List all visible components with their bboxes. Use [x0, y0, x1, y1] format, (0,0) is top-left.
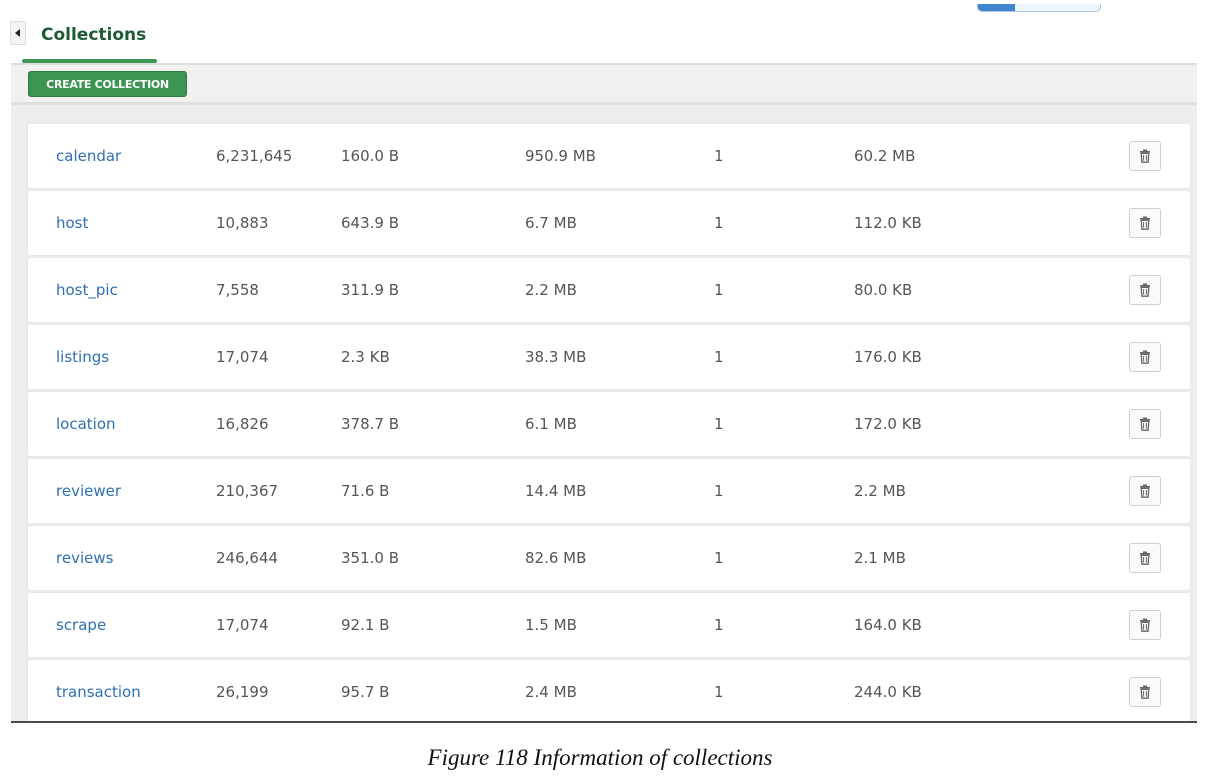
avg-document-size: 311.9 B: [341, 281, 400, 299]
total-document-size: 1.5 MB: [525, 616, 577, 634]
avg-document-size: 351.0 B: [341, 549, 400, 567]
trash-icon: [1139, 216, 1151, 230]
avg-document-size: 643.9 B: [341, 214, 400, 232]
total-document-size: 2.2 MB: [525, 281, 577, 299]
collapse-sidebar-button[interactable]: [10, 21, 26, 45]
table-row: host_pic 7,558 311.9 B 2.2 MB 1 80.0 KB: [28, 258, 1190, 322]
index-count: 1: [714, 348, 724, 366]
document-count: 10,883: [216, 214, 269, 232]
avg-document-size: 95.7 B: [341, 683, 390, 701]
document-count: 246,644: [216, 549, 279, 567]
avg-document-size: 160.0 B: [341, 147, 400, 165]
table-bottom-border: [11, 721, 1197, 723]
collection-name-link[interactable]: host: [56, 214, 88, 232]
document-count: 6,231,645: [216, 147, 293, 165]
figure-caption: Figure 118 Information of collections: [427, 745, 773, 770]
document-count: 16,826: [216, 415, 269, 433]
table-row: reviewer 210,367 71.6 B 14.4 MB 1 2.2 MB: [28, 459, 1190, 523]
total-document-size: 82.6 MB: [525, 549, 587, 567]
avg-document-size: 92.1 B: [341, 616, 390, 634]
trash-icon: [1139, 350, 1151, 364]
total-index-size: 244.0 KB: [854, 683, 922, 701]
delete-collection-button[interactable]: [1129, 141, 1161, 171]
collections-list: calendar 6,231,645 160.0 B 950.9 MB 1 60…: [28, 124, 1190, 727]
index-count: 1: [714, 549, 724, 567]
total-document-size: 38.3 MB: [525, 348, 587, 366]
create-collection-button[interactable]: CREATE COLLECTION: [28, 71, 187, 97]
delete-collection-button[interactable]: [1129, 409, 1161, 439]
total-document-size: 14.4 MB: [525, 482, 587, 500]
total-document-size: 6.7 MB: [525, 214, 577, 232]
table-row: location 16,826 378.7 B 6.1 MB 1 172.0 K…: [28, 392, 1190, 456]
trash-icon: [1139, 484, 1151, 498]
toolbar: [11, 63, 1197, 105]
avg-document-size: 2.3 KB: [341, 348, 390, 366]
collection-name-link[interactable]: listings: [56, 348, 109, 366]
table-row: reviews 246,644 351.0 B 82.6 MB 1 2.1 MB: [28, 526, 1190, 590]
total-index-size: 112.0 KB: [854, 214, 922, 232]
delete-collection-button[interactable]: [1129, 543, 1161, 573]
index-count: 1: [714, 214, 724, 232]
progress-bar-fill: [978, 4, 1015, 11]
delete-collection-button[interactable]: [1129, 342, 1161, 372]
delete-collection-button[interactable]: [1129, 275, 1161, 305]
avg-document-size: 378.7 B: [341, 415, 400, 433]
progress-bar: [977, 4, 1101, 12]
total-document-size: 2.4 MB: [525, 683, 577, 701]
index-count: 1: [714, 482, 724, 500]
table-row: host 10,883 643.9 B 6.7 MB 1 112.0 KB: [28, 191, 1190, 255]
total-index-size: 164.0 KB: [854, 616, 922, 634]
collection-name-link[interactable]: transaction: [56, 683, 141, 701]
document-count: 7,558: [216, 281, 259, 299]
total-index-size: 60.2 MB: [854, 147, 916, 165]
collection-name-link[interactable]: location: [56, 415, 116, 433]
delete-collection-button[interactable]: [1129, 677, 1161, 707]
caret-left-icon: [15, 29, 20, 37]
trash-icon: [1139, 417, 1151, 431]
collection-name-link[interactable]: calendar: [56, 147, 121, 165]
table-row: scrape 17,074 92.1 B 1.5 MB 1 164.0 KB: [28, 593, 1190, 657]
collection-name-link[interactable]: reviews: [56, 549, 113, 567]
avg-document-size: 71.6 B: [341, 482, 390, 500]
trash-icon: [1139, 283, 1151, 297]
trash-icon: [1139, 685, 1151, 699]
document-count: 26,199: [216, 683, 269, 701]
index-count: 1: [714, 683, 724, 701]
total-document-size: 6.1 MB: [525, 415, 577, 433]
total-document-size: 950.9 MB: [525, 147, 596, 165]
index-count: 1: [714, 616, 724, 634]
table-row: listings 17,074 2.3 KB 38.3 MB 1 176.0 K…: [28, 325, 1190, 389]
delete-collection-button[interactable]: [1129, 208, 1161, 238]
trash-icon: [1139, 551, 1151, 565]
total-index-size: 2.2 MB: [854, 482, 906, 500]
index-count: 1: [714, 147, 724, 165]
index-count: 1: [714, 415, 724, 433]
collection-name-link[interactable]: reviewer: [56, 482, 121, 500]
delete-collection-button[interactable]: [1129, 476, 1161, 506]
trash-icon: [1139, 149, 1151, 163]
tab-collections[interactable]: Collections: [41, 25, 146, 45]
document-count: 210,367: [216, 482, 279, 500]
trash-icon: [1139, 618, 1151, 632]
document-count: 17,074: [216, 616, 269, 634]
total-index-size: 2.1 MB: [854, 549, 906, 567]
table-row: calendar 6,231,645 160.0 B 950.9 MB 1 60…: [28, 124, 1190, 188]
total-index-size: 172.0 KB: [854, 415, 922, 433]
collection-name-link[interactable]: scrape: [56, 616, 106, 634]
table-row: transaction 26,199 95.7 B 2.4 MB 1 244.0…: [28, 660, 1190, 724]
index-count: 1: [714, 281, 724, 299]
document-count: 17,074: [216, 348, 269, 366]
collection-name-link[interactable]: host_pic: [56, 281, 118, 299]
total-index-size: 80.0 KB: [854, 281, 913, 299]
total-index-size: 176.0 KB: [854, 348, 922, 366]
delete-collection-button[interactable]: [1129, 610, 1161, 640]
